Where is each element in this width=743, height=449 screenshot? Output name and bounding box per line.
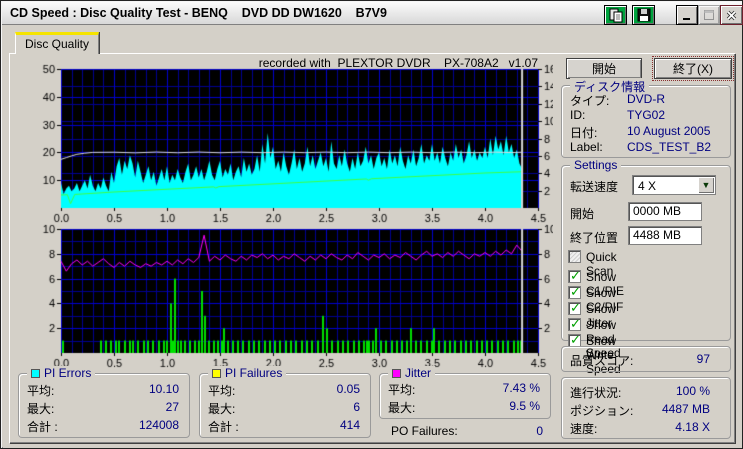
exit-button[interactable]: 終了(X)	[654, 58, 732, 79]
disc-label-row: Label: CDS_TEST_B2	[570, 140, 722, 155]
pi-errors-chart	[21, 57, 553, 225]
settings-groupbox: Settings 転送速度 4 X ▼ 開始 0000 MB 終了位置 4488…	[561, 165, 731, 341]
jitter-groupbox: Jitter 平均: 7.43 % 最大: 9.5 %	[379, 373, 551, 419]
start-button[interactable]: 開始	[566, 58, 642, 79]
pi-failures-average-row: 平均: 0.05	[208, 382, 362, 397]
copy-to-clipboard-button[interactable]	[604, 5, 627, 25]
checkbox-box: ✓	[568, 270, 581, 283]
close-button[interactable]	[720, 5, 743, 25]
progress-row: 進行状況: 100 %	[570, 384, 722, 399]
start-position-input[interactable]: 0000 MB	[628, 202, 702, 221]
checkbox-box: ✓	[568, 318, 581, 331]
quality-score-row: 品質スコア: 97	[570, 352, 722, 367]
title-bar[interactable]: CD Speed : Disc Quality Test - BENQ DVD …	[2, 2, 742, 25]
minimize-button[interactable]	[676, 5, 698, 25]
checkbox-box: ✓	[568, 250, 581, 263]
quality-score-groupbox: 品質スコア: 97	[561, 346, 731, 372]
jitter-swatch	[392, 369, 401, 378]
clipboard-icon	[609, 8, 623, 23]
maximize-button[interactable]	[698, 5, 720, 25]
pi-failures-max-row: 最大: 6	[208, 400, 362, 415]
jitter-average-row: 平均: 7.43 %	[388, 381, 542, 396]
pi-failures-title: PI Failures	[225, 366, 282, 380]
close-icon	[725, 9, 738, 22]
po-failures-row: PO Failures: 0	[391, 424, 543, 439]
checkbox-box: ✓	[568, 286, 581, 299]
jitter-title: Jitter	[405, 366, 431, 380]
pi-failures-swatch	[212, 369, 221, 378]
settings-title: Settings	[570, 158, 621, 172]
pi-failures-total-row: 合計 : 414	[208, 418, 362, 433]
pi-errors-total-row: 合計 : 124008	[27, 418, 181, 433]
pi-errors-groupbox: PI Errors 平均: 10.10 最大: 27 合計 : 124008	[18, 373, 190, 438]
pi-errors-title: PI Errors	[44, 366, 91, 380]
tab-disc-quality[interactable]: Disc Quality	[15, 32, 99, 54]
recorded-with-label: recorded with PLEXTOR DVDR PX-708A2 v1.0…	[238, 56, 538, 70]
speed-row: 速度: 4.18 X	[570, 420, 722, 435]
progress-groupbox: 進行状況: 100 % ポジション: 4487 MB 速度: 4.18 X	[561, 377, 731, 439]
window-title: CD Speed : Disc Quality Test - BENQ DVD …	[10, 6, 387, 20]
floppy-disk-icon	[637, 8, 651, 22]
chevron-down-icon[interactable]: ▼	[698, 177, 714, 193]
pi-failures-groupbox: PI Failures 平均: 0.05 最大: 6 合計 : 414	[199, 373, 371, 438]
minimize-icon	[681, 9, 693, 21]
pi-failures-jitter-chart	[21, 223, 553, 369]
checkbox-box: ✓	[568, 302, 581, 315]
jitter-max-row: 最大: 9.5 %	[388, 399, 542, 414]
transfer-speed-select[interactable]: 4 X ▼	[632, 175, 716, 195]
disc-id-row: ID: TYG02	[570, 108, 722, 123]
disc-info-groupbox: ディスク情報 タイプ: DVD-R ID: TYG02 日付: 10 Augus…	[561, 85, 731, 158]
app-window: CD Speed : Disc Quality Test - BENQ DVD …	[0, 0, 743, 449]
disc-type-row: タイプ: DVD-R	[570, 92, 722, 107]
maximize-icon	[703, 9, 715, 21]
disc-date-row: 日付: 10 August 2005	[570, 124, 722, 139]
pi-errors-max-row: 最大: 27	[27, 400, 181, 415]
position-row: ポジション: 4487 MB	[570, 402, 722, 417]
end-position-input[interactable]: 4488 MB	[628, 226, 702, 245]
tab-label: Disc Quality	[25, 37, 89, 51]
save-button[interactable]	[632, 5, 655, 25]
pi-errors-average-row: 平均: 10.10	[27, 382, 181, 397]
pi-errors-swatch	[31, 369, 40, 378]
